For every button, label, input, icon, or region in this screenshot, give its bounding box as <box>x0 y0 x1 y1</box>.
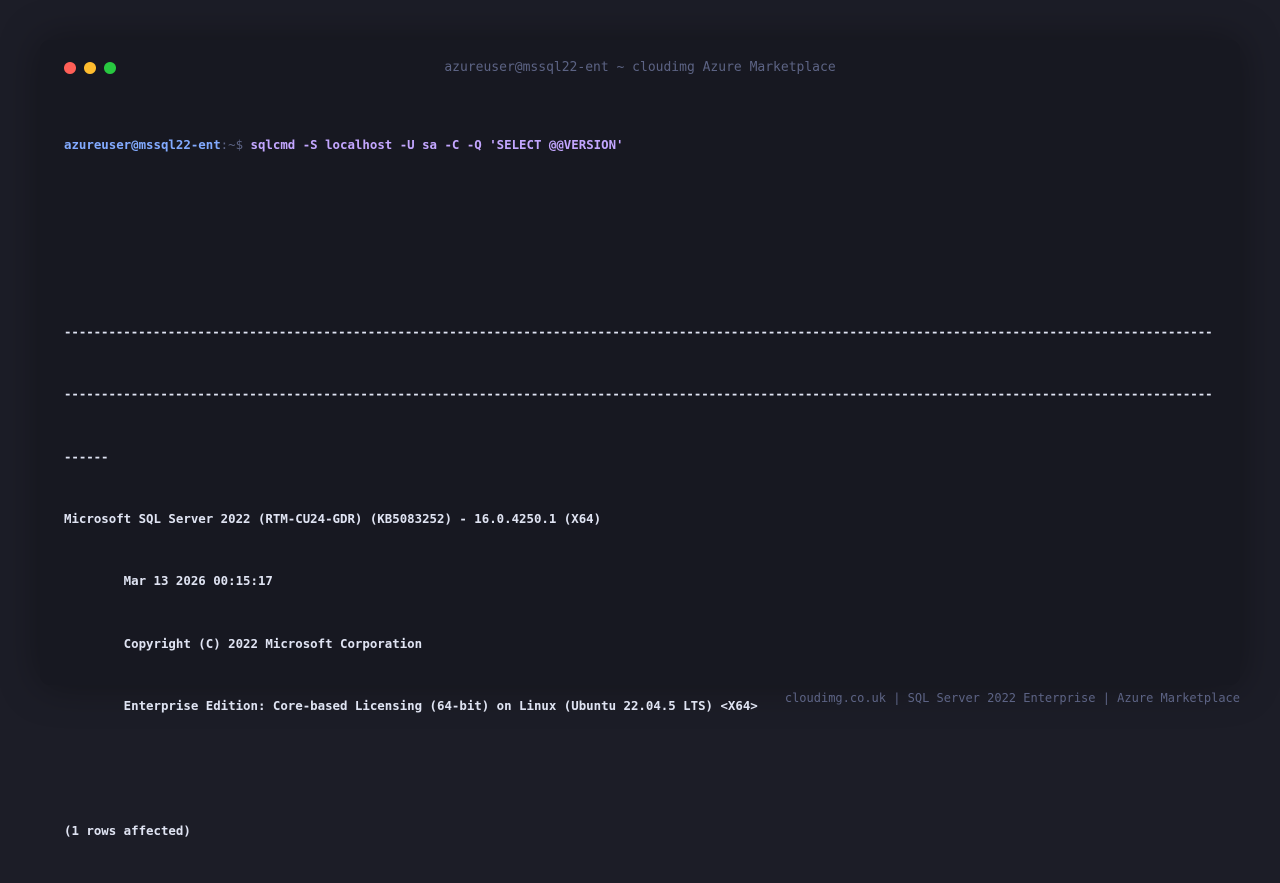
terminal-output[interactable]: azureuser@mssql22-ent:~$ sqlcmd -S local… <box>64 93 1214 883</box>
separator-line: ----------------------------------------… <box>64 384 1214 405</box>
blank-line <box>64 259 1214 280</box>
separator-line: ----------------------------------------… <box>64 322 1214 343</box>
window-title: azureuser@mssql22-ent ~ cloudimg Azure M… <box>40 60 1240 75</box>
build-date-line: Mar 13 2026 00:15:17 <box>64 571 1214 592</box>
window-titlebar: azureuser@mssql22-ent ~ cloudimg Azure M… <box>40 40 1240 96</box>
command-text: sqlcmd -S localhost -U sa -C -Q 'SELECT … <box>251 137 624 152</box>
copyright-line: Copyright (C) 2022 Microsoft Corporation <box>64 634 1214 655</box>
prompt-line: azureuser@mssql22-ent:~$ sqlcmd -S local… <box>64 135 1214 156</box>
rows-affected-line: (1 rows affected) <box>64 821 1214 842</box>
prompt-user-host: azureuser@mssql22-ent <box>64 137 221 152</box>
terminal-window: azureuser@mssql22-ent ~ cloudimg Azure M… <box>40 40 1240 685</box>
separator-line: ------ <box>64 447 1214 468</box>
footer-caption: cloudimg.co.uk | SQL Server 2022 Enterpr… <box>785 691 1240 705</box>
version-line: Microsoft SQL Server 2022 (RTM-CU24-GDR)… <box>64 509 1214 530</box>
prompt-path: :~$ <box>221 137 251 152</box>
blank-line <box>64 197 1214 218</box>
blank-line <box>64 759 1214 780</box>
